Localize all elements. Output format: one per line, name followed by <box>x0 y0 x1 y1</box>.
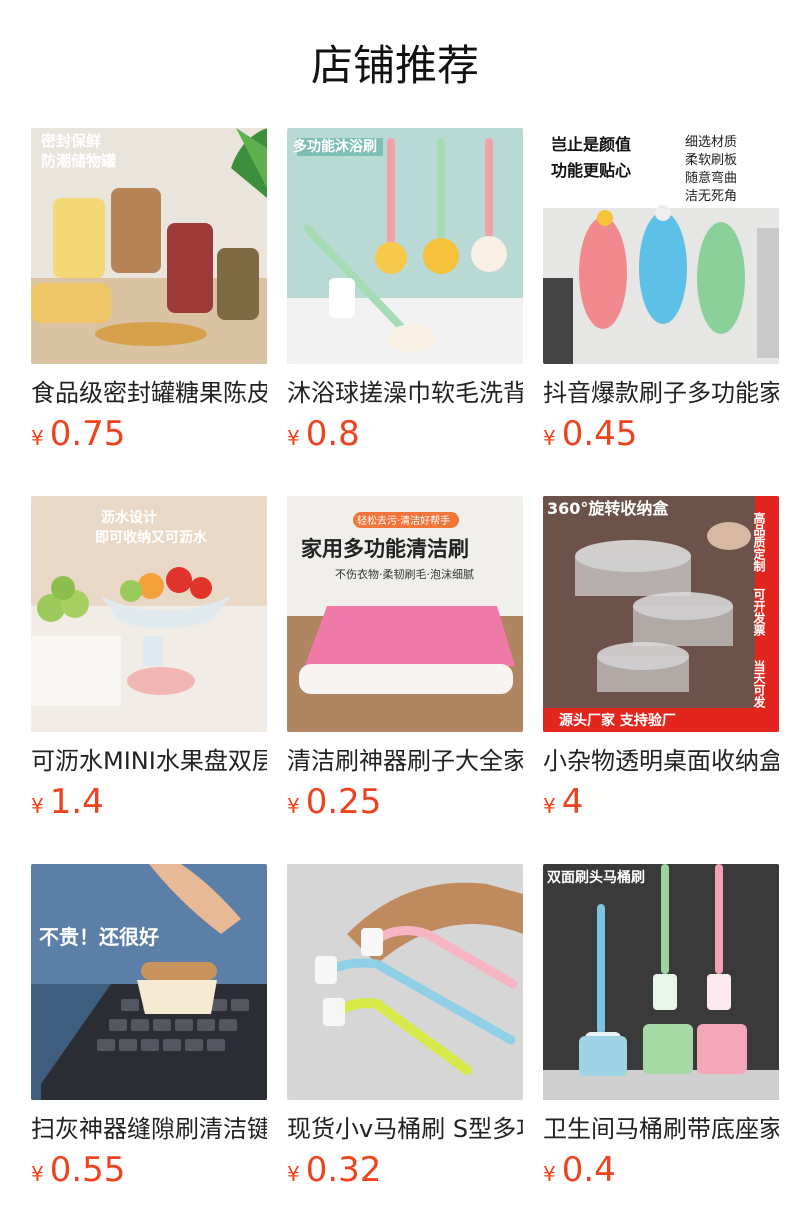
product-price: ¥4 <box>543 782 779 822</box>
currency-symbol: ¥ <box>31 426 44 450</box>
image-caption: 不伤衣物·柔韧刷毛·泡沫细腻 <box>335 567 474 581</box>
price-value: 1.4 <box>49 782 104 822</box>
product-price: ¥1.4 <box>31 782 267 822</box>
product-image[interactable]: 双面刷头马桶刷 <box>543 864 779 1100</box>
product-card[interactable]: 岂止是颜值 功能更贴心 细选材质 柔软刷板 随意弯曲 洁无死角 抖音爆款刷子多功… <box>543 128 779 454</box>
image-caption: 多功能沐浴刷 <box>293 138 377 155</box>
product-name[interactable]: 卫生间马桶刷带底座家用 <box>543 1112 779 1146</box>
image-caption: 随意弯曲 <box>685 170 737 186</box>
image-caption: 高品质定制 <box>752 511 766 573</box>
product-name[interactable]: 小杂物透明桌面收纳盒 <box>543 744 779 778</box>
image-caption: 双面刷头马桶刷 <box>547 869 645 886</box>
product-card[interactable]: 轻松去污·清洁好帮手 家用多功能清洁刷 不伤衣物·柔韧刷毛·泡沫细腻 清洁刷神器… <box>287 496 523 822</box>
product-price: ¥0.4 <box>543 1150 779 1190</box>
image-caption: 防潮储物罐 <box>41 152 116 170</box>
image-caption: 柔软刷板 <box>685 153 737 168</box>
price-value: 0.32 <box>305 1150 382 1190</box>
price-value: 0.45 <box>561 414 638 454</box>
product-card[interactable]: 360°旋转收纳盒 源头厂家 支持验厂 高品质定制 可开发票 当天可发 小杂物透… <box>543 496 779 822</box>
product-image[interactable]: 轻松去污·清洁好帮手 家用多功能清洁刷 不伤衣物·柔韧刷毛·泡沫细腻 <box>287 496 523 732</box>
price-value: 0.4 <box>561 1150 616 1190</box>
image-caption: 功能更贴心 <box>551 161 631 180</box>
product-name[interactable]: 扫灰神器缝隙刷清洁键盘 <box>31 1112 267 1146</box>
product-card[interactable]: 不贵！还很好 扫灰神器缝隙刷清洁键盘 ¥0.55 <box>31 864 267 1190</box>
product-card[interactable]: 现货小v马桶刷 S型多功能 ¥0.32 <box>287 864 523 1190</box>
price-value: 0.8 <box>305 414 360 454</box>
image-caption: 不贵！还很好 <box>39 925 159 949</box>
image-caption: 家用多功能清洁刷 <box>301 537 469 561</box>
currency-symbol: ¥ <box>31 794 44 818</box>
price-value: 0.75 <box>49 414 126 454</box>
product-name[interactable]: 抖音爆款刷子多功能家用 <box>543 376 779 410</box>
currency-symbol: ¥ <box>543 1162 556 1186</box>
currency-symbol: ¥ <box>543 794 556 818</box>
product-image[interactable]: 沥水设计 即可收纳又可沥水 <box>31 496 267 732</box>
product-card[interactable]: 多功能沐浴刷 沐浴球搓澡巾软毛洗背 ¥0.8 <box>287 128 523 454</box>
currency-symbol: ¥ <box>31 1162 44 1186</box>
image-caption: 源头厂家 支持验厂 <box>559 712 676 729</box>
image-caption: 密封保鲜 <box>41 132 101 150</box>
product-card[interactable]: 密封保鲜 防潮储物罐 食品级密封罐糖果陈皮 ¥0.75 <box>31 128 267 454</box>
image-caption: 360°旋转收纳盒 <box>547 499 669 518</box>
price-value: 0.25 <box>305 782 382 822</box>
image-caption: 洁无死角 <box>685 189 737 204</box>
product-name[interactable]: 清洁刷神器刷子大全家用 <box>287 744 523 778</box>
product-image[interactable]: 多功能沐浴刷 <box>287 128 523 364</box>
product-price: ¥0.32 <box>287 1150 523 1190</box>
image-caption: 轻松去污·清洁好帮手 <box>357 514 450 527</box>
product-name[interactable]: 现货小v马桶刷 S型多功能 <box>287 1112 523 1146</box>
product-image[interactable]: 岂止是颜值 功能更贴心 细选材质 柔软刷板 随意弯曲 洁无死角 <box>543 128 779 364</box>
image-caption: 即可收纳又可沥水 <box>95 529 208 546</box>
image-caption: 沥水设计 <box>101 509 157 526</box>
product-name[interactable]: 食品级密封罐糖果陈皮 <box>31 376 267 410</box>
page-title: 店铺推荐 <box>310 41 479 90</box>
product-price: ¥0.45 <box>543 414 779 454</box>
product-price: ¥0.75 <box>31 414 267 454</box>
currency-symbol: ¥ <box>543 426 556 450</box>
product-price: ¥0.8 <box>287 414 523 454</box>
product-grid: 密封保鲜 防潮储物罐 食品级密封罐糖果陈皮 ¥0.75 多功能沐浴刷 沐浴球搓澡… <box>31 128 790 1190</box>
product-image[interactable]: 密封保鲜 防潮储物罐 <box>31 128 267 364</box>
image-caption: 岂止是颜值 <box>551 135 631 154</box>
image-caption: 当天可发 <box>752 659 766 709</box>
product-image[interactable]: 不贵！还很好 <box>31 864 267 1100</box>
price-value: 4 <box>561 782 584 822</box>
image-caption: 细选材质 <box>685 135 737 150</box>
product-image[interactable] <box>287 864 523 1100</box>
currency-symbol: ¥ <box>287 426 300 450</box>
product-price: ¥0.25 <box>287 782 523 822</box>
price-value: 0.55 <box>49 1150 126 1190</box>
product-card[interactable]: 沥水设计 即可收纳又可沥水 可沥水MINI水果盘双层 ¥1.4 <box>31 496 267 822</box>
product-image[interactable]: 360°旋转收纳盒 源头厂家 支持验厂 高品质定制 可开发票 当天可发 <box>543 496 779 732</box>
image-caption: 可开发票 <box>752 588 766 637</box>
product-card[interactable]: 双面刷头马桶刷 卫生间马桶刷带底座家用 ¥0.4 <box>543 864 779 1190</box>
product-price: ¥0.55 <box>31 1150 267 1190</box>
product-name[interactable]: 可沥水MINI水果盘双层 <box>31 744 267 778</box>
currency-symbol: ¥ <box>287 794 300 818</box>
product-name[interactable]: 沐浴球搓澡巾软毛洗背 <box>287 376 523 410</box>
currency-symbol: ¥ <box>287 1162 300 1186</box>
